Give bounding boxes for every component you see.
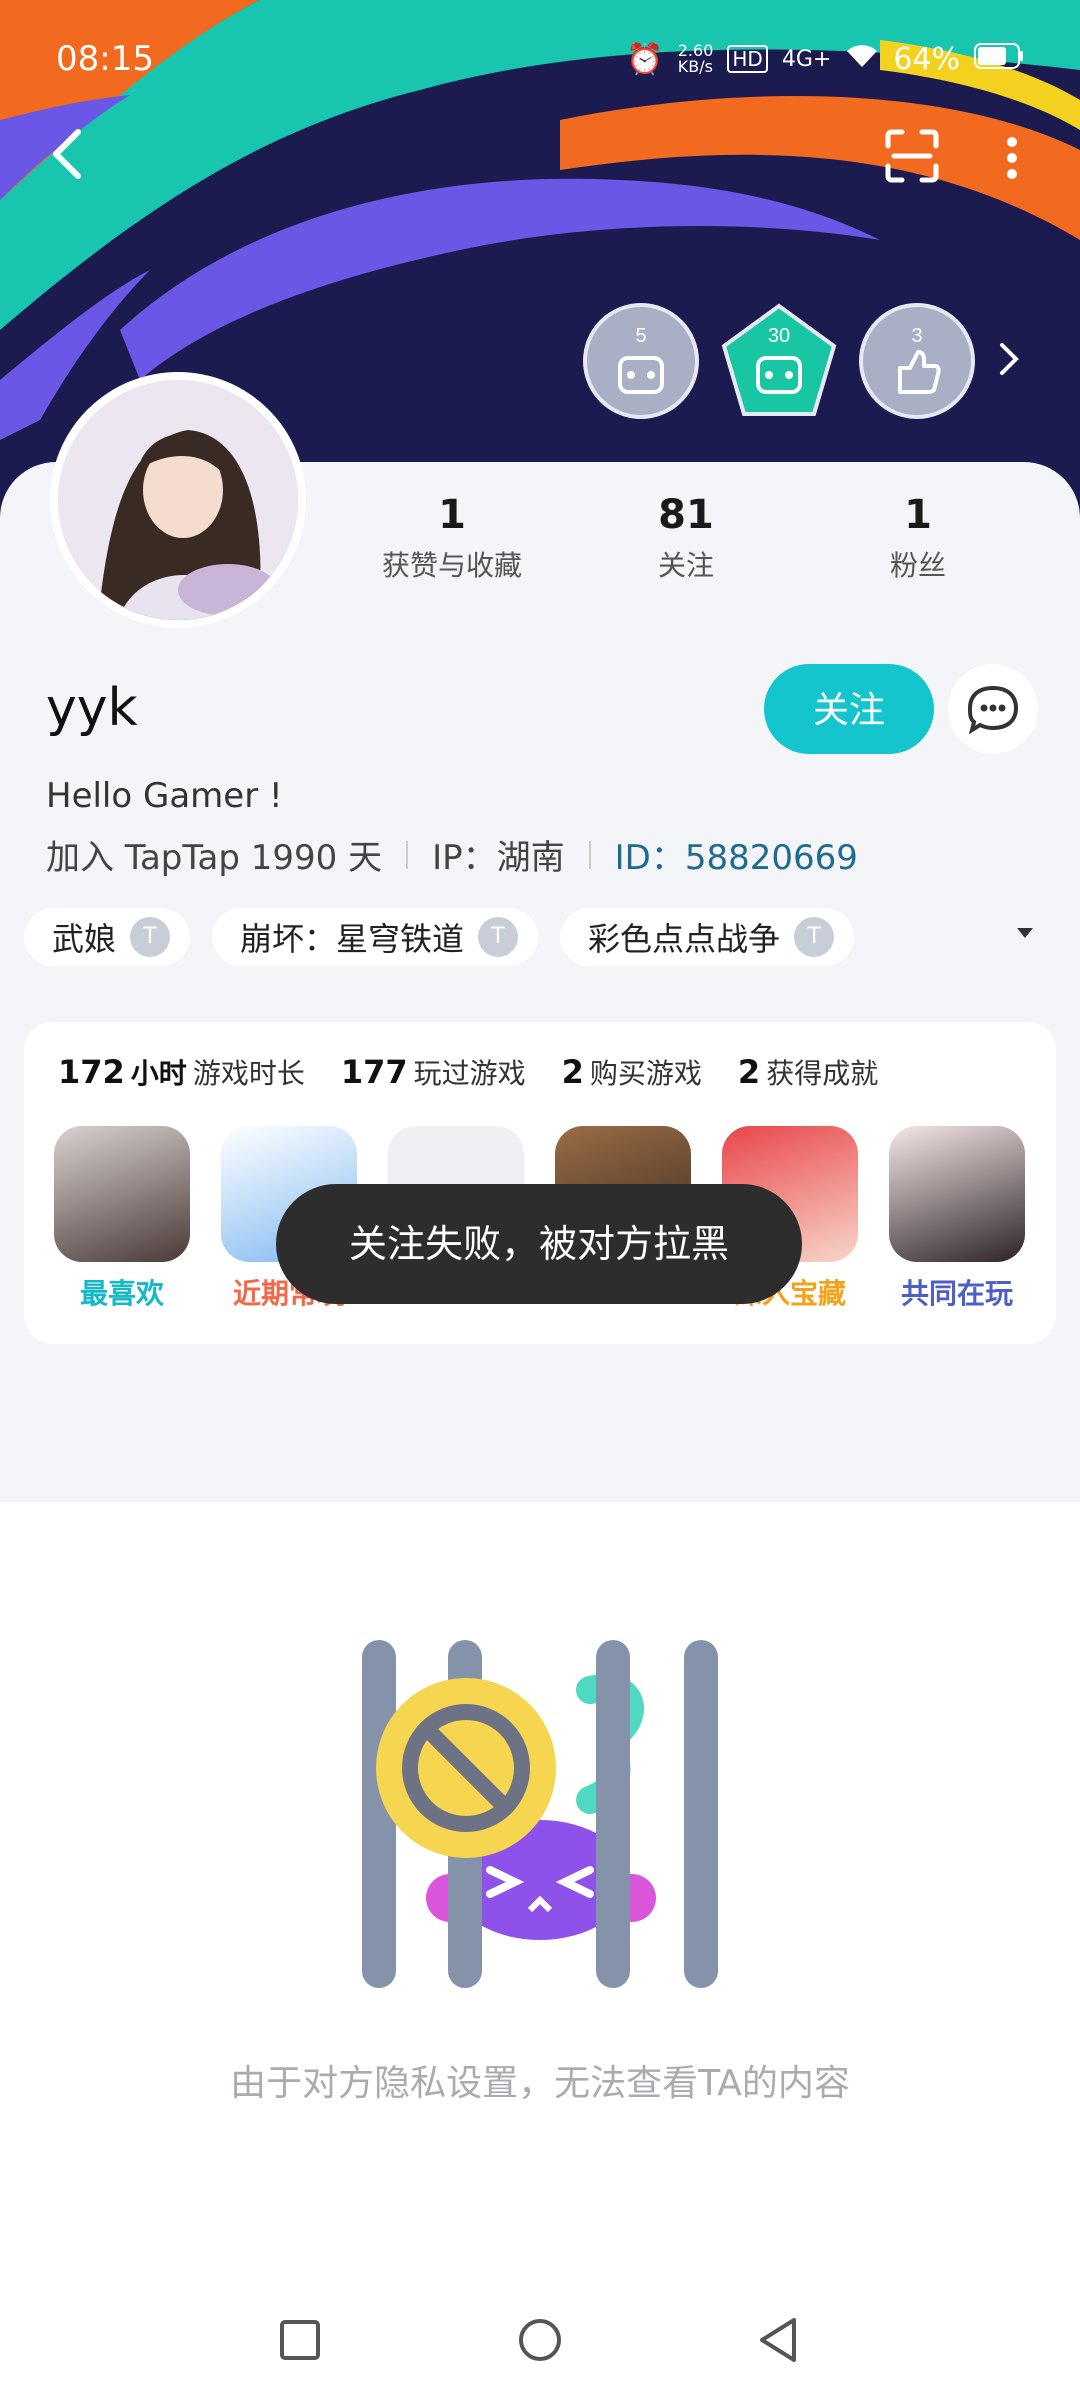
net-speed: 2.60 KB/s [677,41,714,76]
user-meta: 加入 TapTap 1990 天 IP：湖南 ID：58820669 [46,830,858,879]
signal-icon: 4G+ [781,46,832,72]
scan-icon [885,129,939,183]
avatar-image [58,380,298,620]
stat-following[interactable]: 81 关注 [586,492,786,584]
chat-icon [967,685,1019,735]
user-bio: Hello Gamer ! [46,776,283,816]
game-stats-row: 172 小时 游戏时长 177 玩过游戏 2 购买游戏 2 获得成就 [58,1052,878,1092]
game-item[interactable]: 共同在玩 [889,1126,1025,1312]
badge-row[interactable]: 5 30 3 [582,302,1020,420]
game-item[interactable]: 最喜欢 [54,1126,190,1312]
privacy-message: 由于对方隐私设置，无法查看TA的内容 [230,2063,850,2104]
level-icon: T [130,917,171,957]
blocked-illustration [340,1620,740,2000]
message-button[interactable] [948,664,1038,754]
follow-button[interactable]: 关注 [764,664,934,754]
ip-location: IP：湖南 [432,838,565,878]
badge-3[interactable]: 3 [858,302,976,420]
stat-played: 177 玩过游戏 [340,1053,526,1091]
expand-tags-icon[interactable] [1017,928,1033,938]
badge-5[interactable]: 5 [582,302,700,420]
status-time: 08:15 [56,39,154,79]
back-nav-button[interactable] [760,2318,796,2362]
badge-number: 5 [635,325,646,347]
status-bar: 08:15 ⏰ 2.60 KB/s HD 4G+ 64% [56,34,1024,84]
game-icon [889,1126,1025,1262]
tag-label: 彩色点点战争 [588,920,781,958]
tag-label: 武娘 [52,920,117,958]
battery-icon [974,42,1024,77]
tag-item[interactable]: 彩色点点战争 T [560,908,855,966]
tag-item[interactable]: 崩坏：星穹铁道 T [212,908,539,966]
badge-number: 3 [911,325,922,347]
stat-label: 关注 [657,549,714,582]
avatar[interactable] [50,372,306,628]
chevron-left-icon [53,129,81,179]
game-icon [54,1126,190,1262]
user-name: yyk [46,678,138,738]
tag-label: 崩坏：星穹铁道 [240,920,465,958]
game-tags: 武娘 T 崩坏：星穹铁道 T 彩色点点战争 T [24,908,855,966]
level-icon: T [478,917,519,957]
divider [406,840,409,869]
wifi-icon [845,42,879,77]
stat-label: 粉丝 [889,549,946,582]
game-label: 最喜欢 [79,1277,164,1310]
scan-button[interactable] [884,128,940,188]
user-id[interactable]: ID：58820669 [615,830,858,879]
back-button[interactable] [44,124,94,188]
stat-achievements: 2 获得成就 [737,1053,879,1091]
alarm-icon: ⏰ [626,41,664,77]
hd-icon: HD [727,45,768,73]
badge-number: 30 [768,325,790,347]
home-button[interactable] [519,2319,561,2361]
stat-value: 1 [904,492,932,538]
badge-30[interactable]: 30 [720,302,838,420]
stat-playtime: 172 小时 游戏时长 [58,1053,305,1091]
divider [588,840,591,869]
system-nav-bar [0,2300,1080,2380]
more-button[interactable] [1004,136,1020,184]
game-label: 共同在玩 [900,1277,1013,1310]
stat-followers[interactable]: 1 粉丝 [818,492,1018,584]
stat-value: 81 [658,492,714,538]
stat-bought: 2 购买游戏 [561,1053,702,1091]
stat-value: 1 [438,492,466,538]
level-icon: T [794,917,835,957]
stat-label: 获赞与收藏 [381,549,522,582]
toast-message: 关注失败，被对方拉黑 [276,1184,802,1304]
chevron-right-icon[interactable] [996,339,1020,383]
blocked-icon [362,1640,718,1988]
stat-likes[interactable]: 1 获赞与收藏 [352,492,552,584]
recents-button[interactable] [280,2320,320,2360]
tag-item[interactable]: 武娘 T [24,908,191,966]
join-days: 加入 TapTap 1990 天 [46,838,383,878]
battery-text: 64% [893,41,960,77]
more-vertical-icon [1007,137,1017,179]
